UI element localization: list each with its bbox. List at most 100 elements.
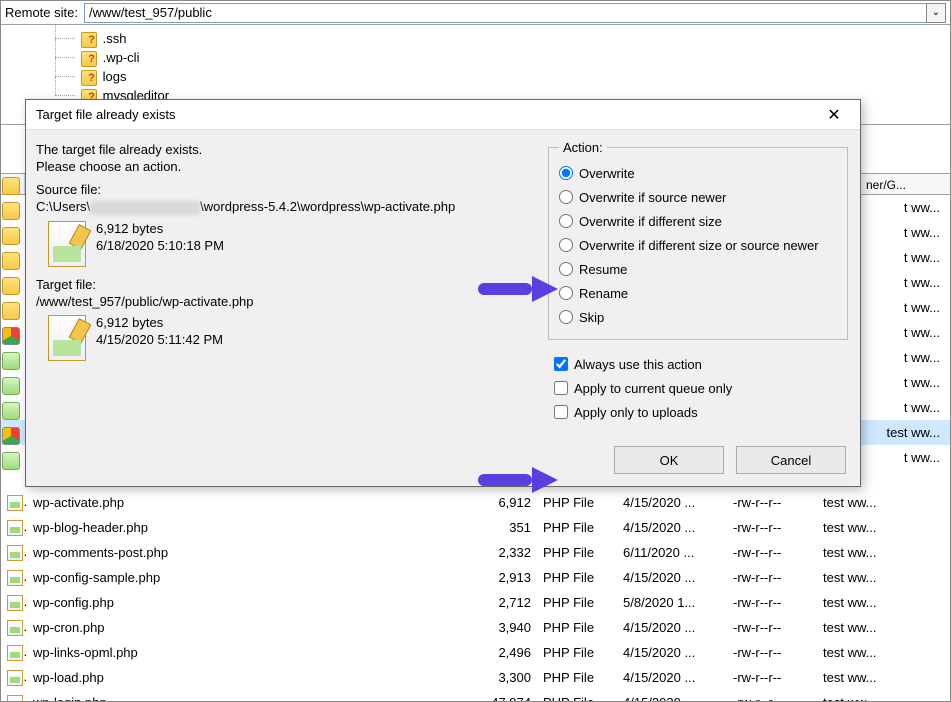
radio-overwrite-size-newer[interactable]: Overwrite if different size or source ne… xyxy=(559,233,837,257)
remote-path-dropdown[interactable]: ⌄ xyxy=(926,3,946,23)
source-path-prefix: C:\Users\ xyxy=(36,199,90,214)
gutter-icon-folder5[interactable] xyxy=(2,277,20,295)
gutter-icon-folder6[interactable] xyxy=(2,302,20,320)
gutter-icon-app2[interactable] xyxy=(2,377,20,395)
cell-filesize: 3,940 xyxy=(447,615,537,640)
check-uploads-input[interactable] xyxy=(554,405,568,419)
left-gutter xyxy=(2,177,22,477)
table-row[interactable]: wp-load.php3,300PHP File4/15/2020 ...-rw… xyxy=(1,665,950,690)
action-legend: Action: xyxy=(559,140,607,155)
column-owner[interactable]: ner/G... xyxy=(860,174,950,194)
radio-overwrite-newer[interactable]: Overwrite if source newer xyxy=(559,185,837,209)
tree-item[interactable]: ? .wp-cli xyxy=(81,48,940,67)
radio-skip[interactable]: Skip xyxy=(559,305,837,329)
php-file-icon xyxy=(7,670,23,686)
cell-permissions: -rw-r--r-- xyxy=(727,490,817,515)
radio-size-newer-input[interactable] xyxy=(559,238,573,252)
close-button[interactable]: ✕ xyxy=(814,101,854,129)
table-row[interactable]: wp-comments-post.php2,332PHP File6/11/20… xyxy=(1,540,950,565)
cell-filesize: 3,300 xyxy=(447,665,537,690)
php-file-icon xyxy=(7,545,23,561)
check-uploads[interactable]: Apply only to uploads xyxy=(554,400,848,424)
radio-newer-input[interactable] xyxy=(559,190,573,204)
source-file-path: C:\Users\ \wordpress-5.4.2\wordpress\wp-a… xyxy=(36,199,540,215)
chevron-down-icon: ⌄ xyxy=(932,7,940,18)
intro-line-1: The target file already exists. xyxy=(36,142,540,157)
redacted-username xyxy=(90,201,200,215)
php-file-icon xyxy=(7,645,23,661)
source-file-box: 6,912 bytes 6/18/2020 5:10:18 PM xyxy=(36,219,540,267)
cell-modified: 4/15/2020 ... xyxy=(617,665,727,690)
tree-item-label: .ssh xyxy=(103,31,127,46)
table-row[interactable]: wp-activate.php6,912PHP File4/15/2020 ..… xyxy=(1,490,950,515)
cell-modified: 4/15/2020 ... xyxy=(617,565,727,590)
ok-button[interactable]: OK xyxy=(614,446,724,474)
radio-skip-input[interactable] xyxy=(559,310,573,324)
gutter-icon-folder4[interactable] xyxy=(2,252,20,270)
radio-size-newer-label: Overwrite if different size or source ne… xyxy=(579,238,819,253)
cell-permissions: -rw-r--r-- xyxy=(727,515,817,540)
radio-rename-input[interactable] xyxy=(559,286,573,300)
cell-owner: test ww... xyxy=(817,640,950,665)
table-row[interactable]: wp-config-sample.php2,913PHP File4/15/20… xyxy=(1,565,950,590)
table-row[interactable]: wp-config.php2,712PHP File5/8/2020 1...-… xyxy=(1,590,950,615)
source-file-date: 6/18/2020 5:10:18 PM xyxy=(96,238,224,253)
radio-overwrite[interactable]: Overwrite xyxy=(559,161,837,185)
check-always[interactable]: Always use this action xyxy=(554,352,848,376)
radio-overwrite-input[interactable] xyxy=(559,166,573,180)
remote-path-input[interactable] xyxy=(84,3,926,23)
cell-filetype: PHP File xyxy=(537,665,617,690)
gutter-icon-folder2[interactable] xyxy=(2,202,20,220)
cell-filesize: 2,496 xyxy=(447,640,537,665)
cell-filename: wp-config.php xyxy=(27,590,447,615)
check-queue-input[interactable] xyxy=(554,381,568,395)
cell-filename: wp-load.php xyxy=(27,665,447,690)
radio-rename[interactable]: Rename xyxy=(559,281,837,305)
gutter-icon-app1[interactable] xyxy=(2,352,20,370)
cell-filesize: 2,712 xyxy=(447,590,537,615)
cell-owner: test ww... xyxy=(817,615,950,640)
check-queue-label: Apply to current queue only xyxy=(574,381,732,396)
target-file-size: 6,912 bytes xyxy=(96,315,223,330)
source-path-suffix: \wordpress-5.4.2\wordpress\wp-activate.p… xyxy=(200,199,455,214)
radio-resume-input[interactable] xyxy=(559,262,573,276)
check-queue[interactable]: Apply to current queue only xyxy=(554,376,848,400)
cell-owner: test ww... xyxy=(817,540,950,565)
check-uploads-label: Apply only to uploads xyxy=(574,405,698,420)
check-always-input[interactable] xyxy=(554,357,568,371)
radio-overwrite-size[interactable]: Overwrite if different size xyxy=(559,209,837,233)
cell-filename: wp-activate.php xyxy=(27,490,447,515)
cell-filetype: PHP File xyxy=(537,490,617,515)
gutter-icon-folder3[interactable] xyxy=(2,227,20,245)
cell-owner: test ww... xyxy=(817,690,950,701)
cell-filetype: PHP File xyxy=(537,590,617,615)
table-row[interactable]: wp-cron.php3,940PHP File4/15/2020 ...-rw… xyxy=(1,615,950,640)
cancel-button[interactable]: Cancel xyxy=(736,446,846,474)
cell-filetype: PHP File xyxy=(537,615,617,640)
cell-filesize: 2,332 xyxy=(447,540,537,565)
remote-file-list[interactable]: wp-activate.php6,912PHP File4/15/2020 ..… xyxy=(1,490,950,701)
table-row[interactable]: wp-blog-header.php351PHP File4/15/2020 .… xyxy=(1,515,950,540)
cell-filetype: PHP File xyxy=(537,515,617,540)
tree-item-label: .wp-cli xyxy=(103,50,140,65)
radio-resume[interactable]: Resume xyxy=(559,257,837,281)
remote-site-bar: Remote site: ⌄ xyxy=(1,1,950,25)
dialog-button-row: OK Cancel xyxy=(26,446,860,486)
gutter-icon-app3[interactable] xyxy=(2,402,20,420)
close-icon: ✕ xyxy=(827,105,840,125)
cell-permissions: -rw-r--r-- xyxy=(727,540,817,565)
cell-filetype: PHP File xyxy=(537,640,617,665)
overwrite-dialog: Target file already exists ✕ The target … xyxy=(25,99,861,487)
table-row[interactable]: wp-links-opml.php2,496PHP File4/15/2020 … xyxy=(1,640,950,665)
radio-size-input[interactable] xyxy=(559,214,573,228)
gutter-icon-app4[interactable] xyxy=(2,452,20,470)
cell-modified: 6/11/2020 ... xyxy=(617,540,727,565)
gutter-icon-chrome1[interactable] xyxy=(2,327,20,345)
tree-item[interactable]: ? logs xyxy=(81,67,940,86)
radio-size-label: Overwrite if different size xyxy=(579,214,722,229)
gutter-icon-chrome2[interactable] xyxy=(2,427,20,445)
tree-item[interactable]: ? .ssh xyxy=(81,29,940,48)
table-row[interactable]: wp-login.php47,874PHP File4/15/2020 ...-… xyxy=(1,690,950,701)
gutter-icon-folder1[interactable] xyxy=(2,177,20,195)
cell-filesize: 6,912 xyxy=(447,490,537,515)
